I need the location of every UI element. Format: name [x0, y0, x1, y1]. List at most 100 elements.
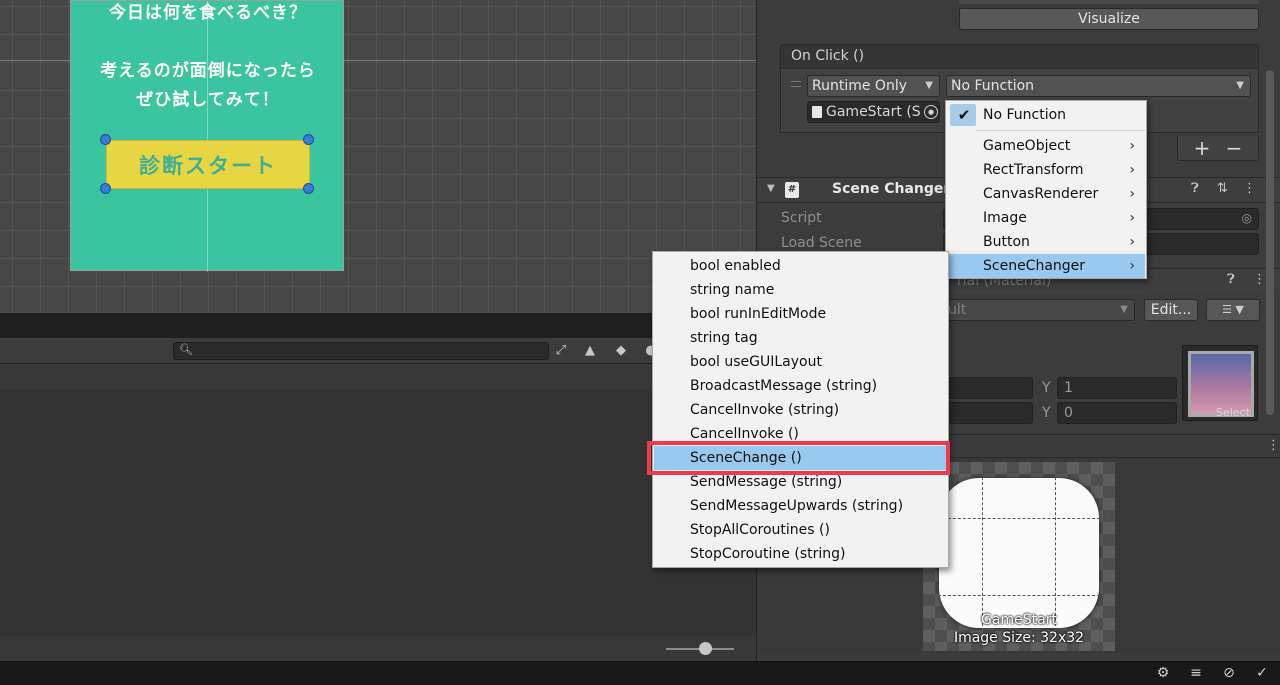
vector-y-field-1[interactable]: 1	[1057, 377, 1177, 399]
object-picker-icon[interactable]: ◎	[1242, 211, 1252, 225]
chevron-right-icon: ›	[1129, 210, 1135, 226]
filter-type-icon[interactable]: ▲	[579, 341, 601, 361]
previous-field-edge	[959, 0, 1259, 4]
more-icon[interactable]: ⋮	[1243, 181, 1256, 196]
runtime-dropdown-value: Runtime Only	[812, 78, 907, 94]
menu-item-scenechanger[interactable]: SceneChanger ›	[947, 254, 1145, 278]
menu-item-gameobject[interactable]: GameObject ›	[947, 134, 1145, 158]
shader-options-button[interactable]: ☰ ▼	[1206, 299, 1260, 321]
menu-item-label: No Function	[983, 107, 1067, 123]
more-icon[interactable]: ⋮	[1253, 272, 1266, 287]
script-label: Script	[781, 210, 822, 226]
slice-border-bottom	[923, 595, 1115, 596]
vector-x-field-2[interactable]	[943, 402, 1033, 424]
hierarchy-search-input[interactable]: 🔍︎	[173, 342, 549, 360]
method-item[interactable]: BroadcastMessage (string)	[654, 374, 947, 398]
method-item[interactable]: string tag	[654, 326, 947, 350]
target-object-value: GameStart (S	[826, 104, 921, 120]
canvas-card[interactable]: 今日は何を食べるべき？ 考えるのが面倒になったら ぜひ試してみて！ 診断スタート	[70, 0, 344, 272]
slice-border-top	[923, 518, 1115, 519]
annotation-highlight-box	[647, 441, 950, 475]
menu-item-label: Image	[983, 210, 1027, 226]
menu-separator	[976, 130, 1145, 131]
vector-y-label-1: Y	[1042, 380, 1051, 396]
chevron-right-icon: ›	[1129, 138, 1135, 154]
shader-value: ult	[948, 302, 967, 318]
chevron-right-icon: ›	[1129, 162, 1135, 178]
script-icon: #	[785, 182, 799, 198]
load-scene-label: Load Scene	[781, 235, 862, 251]
layers-icon[interactable]: ≡	[1186, 665, 1206, 683]
status-bar: ⚙ ≡ ⊘ ✓	[0, 661, 1280, 685]
method-item[interactable]: bool runInEditMode	[654, 302, 947, 326]
rect-handle-bottom-right[interactable]	[303, 183, 314, 194]
method-item[interactable]: bool useGUILayout	[654, 350, 947, 374]
help-icon[interactable]: ❓︎	[1227, 272, 1235, 287]
component-title: Scene Changer	[832, 181, 951, 197]
menu-item-image[interactable]: Image ›	[947, 206, 1145, 230]
preset-icon[interactable]: ⇅	[1217, 181, 1228, 196]
vector-x-field-1[interactable]	[943, 377, 1033, 399]
visualize-button[interactable]: Visualize	[959, 8, 1259, 30]
target-object-field[interactable]: GameStart (S ●	[807, 101, 940, 123]
search-icon: 🔍︎	[179, 343, 193, 356]
runtime-dropdown[interactable]: Runtime Only ▼	[807, 75, 940, 97]
edit-shader-button[interactable]: Edit...	[1144, 299, 1198, 321]
add-listener-button[interactable]: +	[1186, 136, 1218, 160]
method-item[interactable]: CancelInvoke (string)	[654, 398, 947, 422]
chevron-down-icon: ▼	[925, 80, 933, 91]
diagnosis-start-button[interactable]: 診断スタート	[106, 140, 310, 189]
method-item[interactable]: StopCoroutine (string)	[654, 542, 947, 566]
object-picker-icon[interactable]: ●	[924, 105, 938, 119]
rect-handle-top-left[interactable]	[100, 134, 111, 145]
shader-dropdown[interactable]: ult ▼	[943, 299, 1135, 321]
zoom-slider-knob[interactable]	[699, 642, 712, 655]
search-options-icon[interactable]: ⤢	[550, 341, 572, 361]
list-add-remove: + −	[1177, 136, 1259, 161]
debug-icon[interactable]: ⚙	[1153, 665, 1173, 683]
scene-view[interactable]: 今日は何を食べるべき？ 考えるのが面倒になったら ぜひ試してみて！ 診断スタート	[0, 0, 756, 313]
hierarchy-toolbar: 🔍︎ ⤢ ▲ ◆ ●	[0, 338, 756, 364]
hierarchy-list-area[interactable]	[0, 390, 756, 636]
scenechanger-method-submenu: bool enabled string name bool runInEditM…	[652, 251, 949, 568]
method-item[interactable]: bool enabled	[654, 254, 947, 278]
hierarchy-header-row	[0, 364, 756, 390]
remove-listener-button[interactable]: −	[1218, 136, 1250, 160]
function-dropdown-value: No Function	[951, 78, 1035, 94]
chevron-right-icon: ›	[1129, 186, 1135, 202]
help-icon[interactable]: ❓︎	[1191, 181, 1199, 196]
method-item[interactable]: string name	[654, 278, 947, 302]
texture-select-label[interactable]: Select	[1216, 406, 1250, 419]
script-icon	[812, 106, 822, 118]
chevron-down-icon: ▼	[1236, 80, 1244, 91]
function-popup-menu: ✔ No Function GameObject › RectTransform…	[945, 100, 1147, 279]
chevron-right-icon: ›	[1129, 258, 1135, 274]
rect-handle-bottom-left[interactable]	[100, 183, 111, 194]
texture-thumbnail[interactable]: Select	[1182, 345, 1258, 421]
bug-off-icon[interactable]: ⊘	[1219, 665, 1239, 683]
guide-line-vertical	[207, 1, 208, 272]
chevron-down-icon: ▼	[1120, 304, 1128, 315]
chevron-right-icon: ›	[1129, 234, 1135, 250]
check-circle-icon[interactable]: ✓	[1252, 665, 1272, 683]
vector-y-label-2: Y	[1042, 405, 1051, 421]
panel-tab-strip	[0, 313, 756, 338]
menu-item-button[interactable]: Button ›	[947, 230, 1145, 254]
function-dropdown[interactable]: No Function ▼	[946, 75, 1251, 97]
sprite-image	[939, 478, 1099, 628]
method-item[interactable]: StopAllCoroutines ()	[654, 518, 947, 542]
inspector-scrollbar[interactable]	[1266, 70, 1274, 415]
menu-item-recttransform[interactable]: RectTransform ›	[947, 158, 1145, 182]
card-line-3: ぜひ試してみて！	[136, 90, 280, 110]
hierarchy-footer	[0, 636, 756, 661]
rect-handle-top-right[interactable]	[303, 134, 314, 145]
drag-handle-icon[interactable]	[791, 81, 801, 87]
checkmark-icon: ✔	[957, 106, 971, 124]
vector-y-field-2[interactable]: 0	[1057, 402, 1177, 424]
more-icon[interactable]: ⋮	[1267, 438, 1280, 453]
foldout-arrow-icon[interactable]: ▼	[767, 183, 775, 194]
menu-item-no-function[interactable]: ✔ No Function	[947, 103, 1145, 127]
menu-item-canvasrenderer[interactable]: CanvasRenderer ›	[947, 182, 1145, 206]
method-item[interactable]: SendMessageUpwards (string)	[654, 494, 947, 518]
label-filter-icon[interactable]: ◆	[610, 341, 632, 361]
